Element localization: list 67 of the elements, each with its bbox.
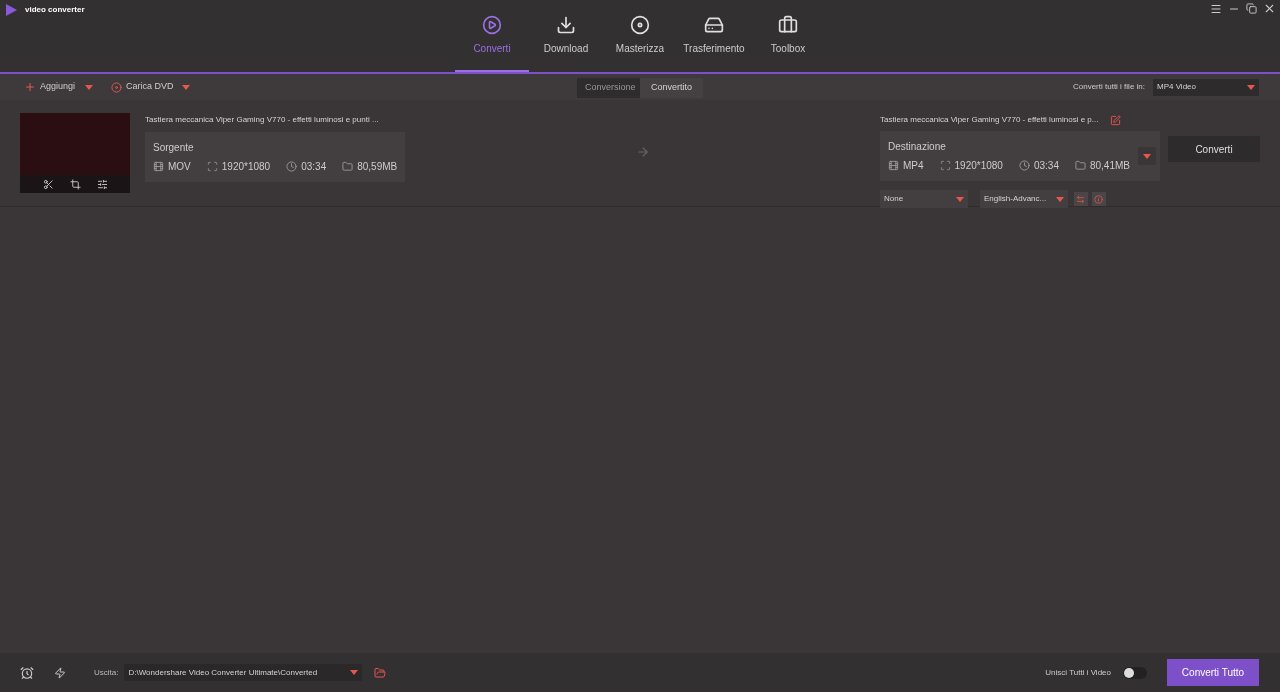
crop-icon[interactable] (69, 178, 81, 190)
format-dropdown-button[interactable] (1138, 147, 1156, 165)
file-title: Tastiera meccanica Viper Gaming V770 - effetti luminosi e punti ... (145, 114, 380, 126)
disc-icon (630, 14, 650, 35)
output-format-select[interactable]: MP4 Video (1153, 78, 1259, 96)
view-tab[interactable]: Convertito (640, 78, 703, 98)
merge-label: Unisci Tutti i Video (1045, 666, 1111, 679)
scissors-icon[interactable] (42, 178, 54, 190)
film-icon (153, 161, 164, 172)
arrow-right-icon (635, 145, 650, 159)
panel-heading: Destinazione (888, 140, 947, 154)
size-text: 80,59MB (357, 160, 398, 174)
output-path-select[interactable]: D:\Wondershare Video Converter Ultimate\Converted (124, 664, 363, 681)
menu-icon[interactable] (1210, 2, 1222, 15)
add-button[interactable]: Aggiungi (24, 80, 76, 94)
nav-tab[interactable]: Trasferimento (677, 0, 751, 72)
duration-text: 03:34 (1033, 159, 1059, 173)
toolbox-icon (778, 14, 798, 35)
convert-all-button[interactable]: Converti Tutto (1167, 659, 1259, 686)
nav-tab[interactable]: Toolbox (751, 0, 825, 72)
logo-icon (5, 4, 17, 16)
output-file-title: Tastiera meccanica Viper Gaming V770 - effetti luminosi e p... (880, 114, 1099, 126)
resolution-text: 1920*1080 (954, 159, 1003, 173)
close-icon[interactable] (1263, 2, 1276, 15)
play-circle-icon (482, 14, 502, 35)
format-text: MOV (168, 160, 191, 174)
format-text: MP4 (903, 159, 924, 173)
sliders-icon[interactable] (96, 178, 108, 190)
restore-icon[interactable] (1246, 3, 1257, 14)
resolution-text: 1920*1080 (221, 160, 271, 174)
info-icon (1094, 194, 1104, 204)
audio-select[interactable]: English-Advanc... (980, 190, 1068, 208)
film-icon (888, 160, 899, 171)
output-label: Uscita: (94, 666, 119, 679)
edit-icon[interactable] (1110, 114, 1122, 126)
folder-icon (1074, 160, 1086, 171)
caret-icon (1247, 84, 1255, 90)
lightning-icon[interactable] (54, 666, 66, 679)
merge-toggle[interactable] (1123, 666, 1147, 679)
disc-icon (111, 81, 123, 93)
resolution-icon (939, 160, 951, 171)
resolution-icon (206, 161, 218, 172)
app-title: video converter (25, 4, 85, 16)
convert-button[interactable]: Converti (1168, 136, 1260, 162)
alarm-clock-icon[interactable] (20, 665, 34, 680)
nav-tab[interactable]: Download (529, 0, 603, 72)
size-text: 80,41MB (1089, 159, 1130, 173)
caret-icon (1143, 153, 1151, 159)
split-icon (1076, 194, 1086, 204)
view-tab[interactable]: Conversione (577, 78, 640, 98)
panel-heading: Sorgente (153, 141, 195, 155)
caret-icon (956, 196, 964, 202)
duration-text: 03:34 (301, 160, 327, 174)
clock-icon (1018, 160, 1030, 171)
output-format-label: Converti tutti i file in: (1072, 81, 1145, 93)
caret-icon (350, 670, 359, 675)
folder-open-icon[interactable] (374, 666, 387, 679)
load-dvd-button[interactable]: Carica DVD (111, 80, 174, 94)
clock-icon (286, 161, 298, 172)
plus-icon (24, 81, 36, 93)
subtitle-select[interactable]: None (880, 190, 968, 208)
nav-tab[interactable]: Masterizza (603, 0, 677, 72)
caret-icon (85, 84, 94, 90)
caret-icon (1056, 196, 1064, 202)
folder-icon (342, 161, 354, 172)
caret-icon (181, 84, 190, 90)
download-icon (556, 14, 576, 35)
